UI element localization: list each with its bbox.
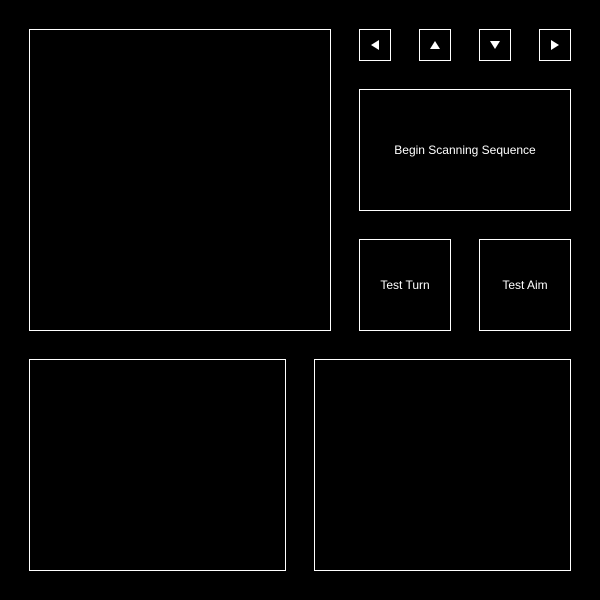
arrow-down-icon: [490, 41, 500, 49]
arrow-right-icon: [551, 40, 559, 50]
arrow-down-button[interactable]: [479, 29, 511, 61]
bottom-right-panel: [314, 359, 571, 571]
bottom-left-panel: [29, 359, 286, 571]
test-aim-button[interactable]: Test Aim: [479, 239, 571, 331]
arrow-right-button[interactable]: [539, 29, 571, 61]
arrow-left-button[interactable]: [359, 29, 391, 61]
begin-scanning-sequence-label: Begin Scanning Sequence: [394, 143, 536, 157]
test-aim-label: Test Aim: [502, 278, 548, 292]
arrow-up-button[interactable]: [419, 29, 451, 61]
arrow-left-icon: [371, 40, 379, 50]
test-turn-label: Test Turn: [380, 278, 430, 292]
begin-scanning-sequence-button[interactable]: Begin Scanning Sequence: [359, 89, 571, 211]
main-view-panel: [29, 29, 331, 331]
arrow-up-icon: [430, 41, 440, 49]
test-turn-button[interactable]: Test Turn: [359, 239, 451, 331]
